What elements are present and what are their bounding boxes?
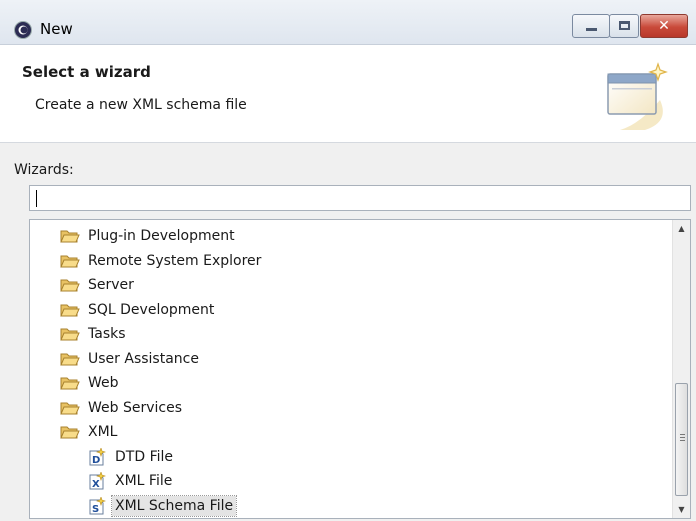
wizards-label: Wizards:	[14, 162, 74, 178]
tree-wizard-item[interactable]: S XML Schema File	[88, 494, 238, 518]
folder-icon	[60, 400, 80, 416]
minimize-button[interactable]	[572, 14, 610, 38]
tree-item-label: User Assistance	[88, 350, 199, 367]
scroll-down-arrow-icon[interactable]: ▼	[673, 501, 690, 518]
tree-folder-item[interactable]: Remote System Explorer	[60, 249, 264, 273]
folder-icon	[60, 326, 80, 342]
tree-item-label: DTD File	[115, 448, 173, 465]
xml-file-icon: X	[88, 471, 106, 490]
wizard-filter-input[interactable]	[29, 185, 691, 211]
maximize-button[interactable]	[609, 14, 639, 38]
eclipse-app-icon	[14, 21, 32, 39]
tree-folder-item[interactable]: XML	[60, 420, 120, 444]
tree-item-label: XML File	[115, 473, 173, 489]
maximize-icon	[619, 21, 630, 30]
folder-icon	[60, 302, 80, 318]
wizard-tree[interactable]: Plug-in Development Remote System Explore…	[29, 219, 691, 519]
tree-folder-item[interactable]: User Assistance	[60, 347, 202, 371]
minimize-icon	[586, 28, 597, 31]
scroll-up-arrow-icon[interactable]: ▲	[673, 220, 690, 237]
title-bar: New ✕	[0, 0, 696, 45]
tree-folder-item[interactable]: Web Services	[60, 396, 185, 420]
tree-wizard-item[interactable]: D DTD File	[88, 445, 176, 469]
tree-item-label: XML Schema File	[110, 494, 238, 517]
page-title: Select a wizard	[22, 63, 151, 81]
tree-folder-item[interactable]: Web	[60, 371, 122, 395]
tree-folder-item[interactable]: Tasks	[60, 322, 129, 346]
folder-icon	[60, 253, 80, 269]
text-cursor	[36, 190, 37, 207]
thumb-grip-icon	[680, 434, 685, 435]
folder-icon	[60, 277, 80, 293]
wizard-body: Wizards: Plug-in Development Remote Syste…	[0, 143, 696, 521]
window-title: New	[40, 20, 73, 38]
svg-text:X: X	[92, 479, 100, 490]
tree-item-label: Remote System Explorer	[88, 252, 262, 269]
tree-item-label: Server	[88, 277, 134, 293]
svg-text:D: D	[92, 455, 100, 466]
wizard-header: Select a wizard Create a new XML schema …	[0, 45, 696, 143]
tree-wizard-item[interactable]: X XML File	[88, 469, 175, 493]
tree-item-label: Web	[88, 375, 119, 391]
dtd-file-icon: D	[88, 446, 106, 466]
tree-item-label: Web Services	[88, 399, 183, 416]
folder-icon	[60, 424, 80, 440]
tree-scrollbar[interactable]: ▲ ▼	[672, 220, 690, 518]
page-description: Create a new XML schema file	[35, 97, 247, 113]
tree-item-label: Plug-in Development	[88, 228, 235, 244]
close-button[interactable]: ✕	[640, 14, 688, 38]
tree-folder-item[interactable]: SQL Development	[60, 298, 217, 322]
tree-folder-item[interactable]: Plug-in Development	[60, 224, 238, 248]
scrollbar-thumb[interactable]	[675, 383, 688, 496]
folder-icon	[60, 228, 80, 244]
tree-item-label: SQL Development	[88, 301, 215, 318]
new-wizard-banner-icon	[607, 62, 668, 130]
folder-icon	[60, 375, 80, 391]
tree-item-label: Tasks	[88, 326, 126, 342]
close-icon: ✕	[658, 18, 670, 34]
tree-item-label: XML	[88, 424, 118, 440]
folder-icon	[60, 351, 80, 367]
xml-schema-file-icon: S	[88, 495, 106, 515]
svg-text:S: S	[92, 504, 99, 515]
tree-folder-item[interactable]: Server	[60, 273, 137, 297]
